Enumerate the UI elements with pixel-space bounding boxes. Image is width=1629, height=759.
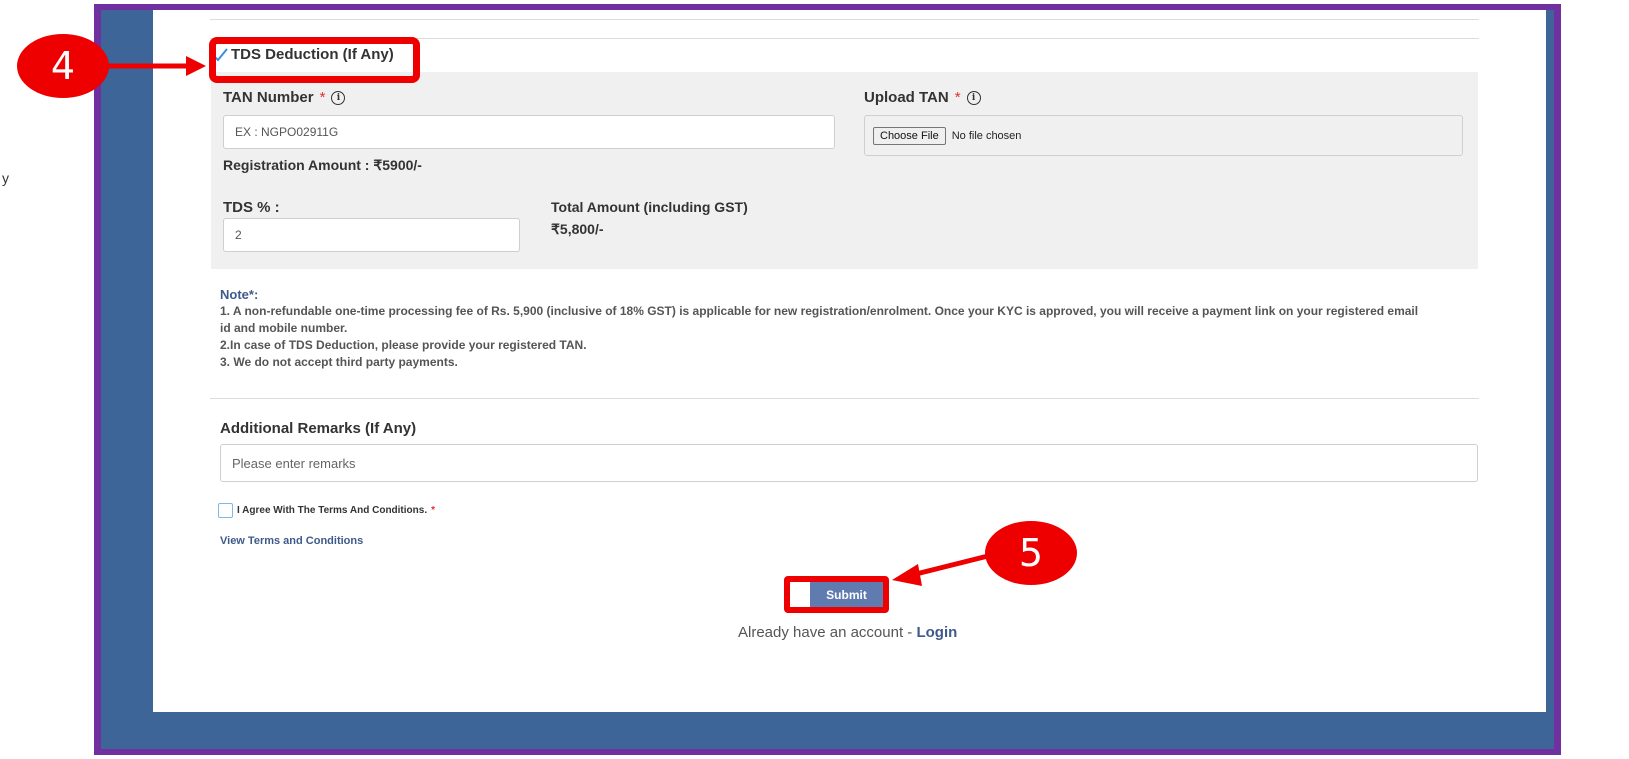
arrow-icon <box>105 56 206 76</box>
arrow-icon <box>892 553 989 586</box>
annotation-arrows <box>105 56 989 586</box>
